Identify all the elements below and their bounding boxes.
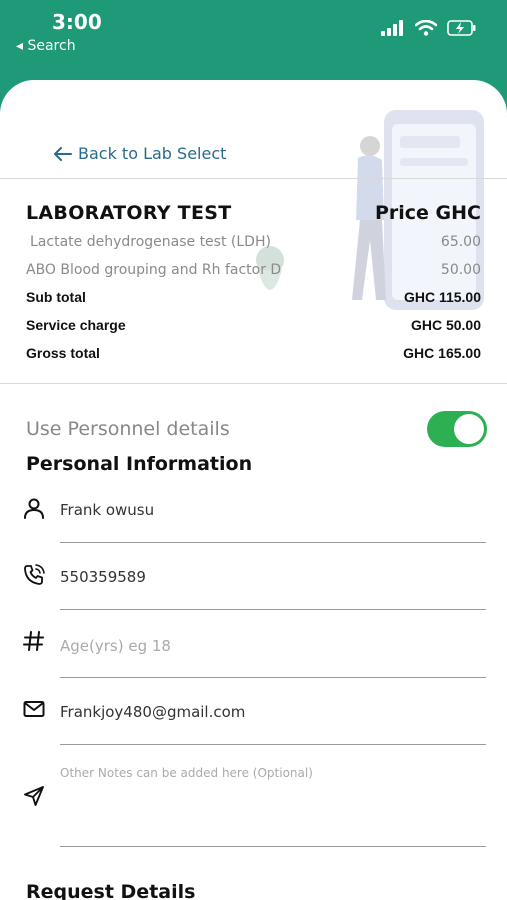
lab-item-price: 50.00 [440,262,481,278]
lab-item-row: ABO Blood grouping and Rh factor D 50.00 [26,262,481,278]
status-bar: 3:00 ◂ Search [0,0,507,90]
wifi-icon [415,20,437,36]
email-underline [60,744,486,745]
lab-item-price: 65.00 [440,234,481,250]
gross-total-label: Gross total [26,345,100,361]
status-time: 3:00 [52,10,102,34]
battery-charging-icon [447,20,476,36]
back-to-search-link[interactable]: ◂ Search [16,38,76,54]
phone-call-icon [24,564,45,585]
service-charge-label: Service charge [26,317,126,333]
lab-item-name: Lactate dehydrogenase test (LDH) [30,234,271,250]
send-icon [24,786,44,806]
gross-total-row: Gross total GHC 165.00 [26,345,481,361]
request-details-title: Request Details [26,881,196,900]
use-personnel-toggle[interactable] [427,411,487,447]
notes-underline [60,846,486,847]
phone-value: 550359589 [60,568,146,586]
person-icon [24,498,44,519]
gross-total-value: GHC 165.00 [403,345,481,361]
age-underline [60,677,486,678]
status-icons [381,20,477,36]
toggle-knob [454,414,484,444]
arrow-left-icon [54,146,72,161]
signal-icon [381,20,403,36]
lab-item-name: ABO Blood grouping and Rh factor D [26,262,282,278]
subtotal-value: GHC 115.00 [403,289,481,305]
divider [0,383,507,384]
hash-icon [23,631,44,651]
price-header: Price GHC [374,202,481,224]
name-underline [60,542,486,543]
lab-test-header: LABORATORY TEST Price GHC [26,202,481,224]
main-card: Back to Lab Select LABORATORY TEST Price… [0,80,507,900]
lab-test-title: LABORATORY TEST [26,202,232,224]
use-personnel-label: Use Personnel details [26,418,230,440]
back-to-lab-select-link[interactable]: Back to Lab Select [54,144,226,163]
personal-info-title: Personal Information [26,453,253,475]
mail-icon [23,701,45,717]
age-placeholder: Age(yrs) eg 18 [60,637,171,655]
service-charge-row: Service charge GHC 50.00 [26,317,481,333]
service-charge-value: GHC 50.00 [410,317,481,333]
notes-placeholder: Other Notes can be added here (Optional) [60,766,313,780]
subtotal-row: Sub total GHC 115.00 [26,289,481,305]
email-value: Frankjoy480@gmail.com [60,703,246,721]
subtotal-label: Sub total [26,289,86,305]
back-link-label: Back to Lab Select [78,144,227,163]
divider [0,178,507,179]
phone-underline [60,609,486,610]
lab-item-row: Lactate dehydrogenase test (LDH) 65.00 [26,234,481,250]
name-value: Frank owusu [60,501,155,519]
